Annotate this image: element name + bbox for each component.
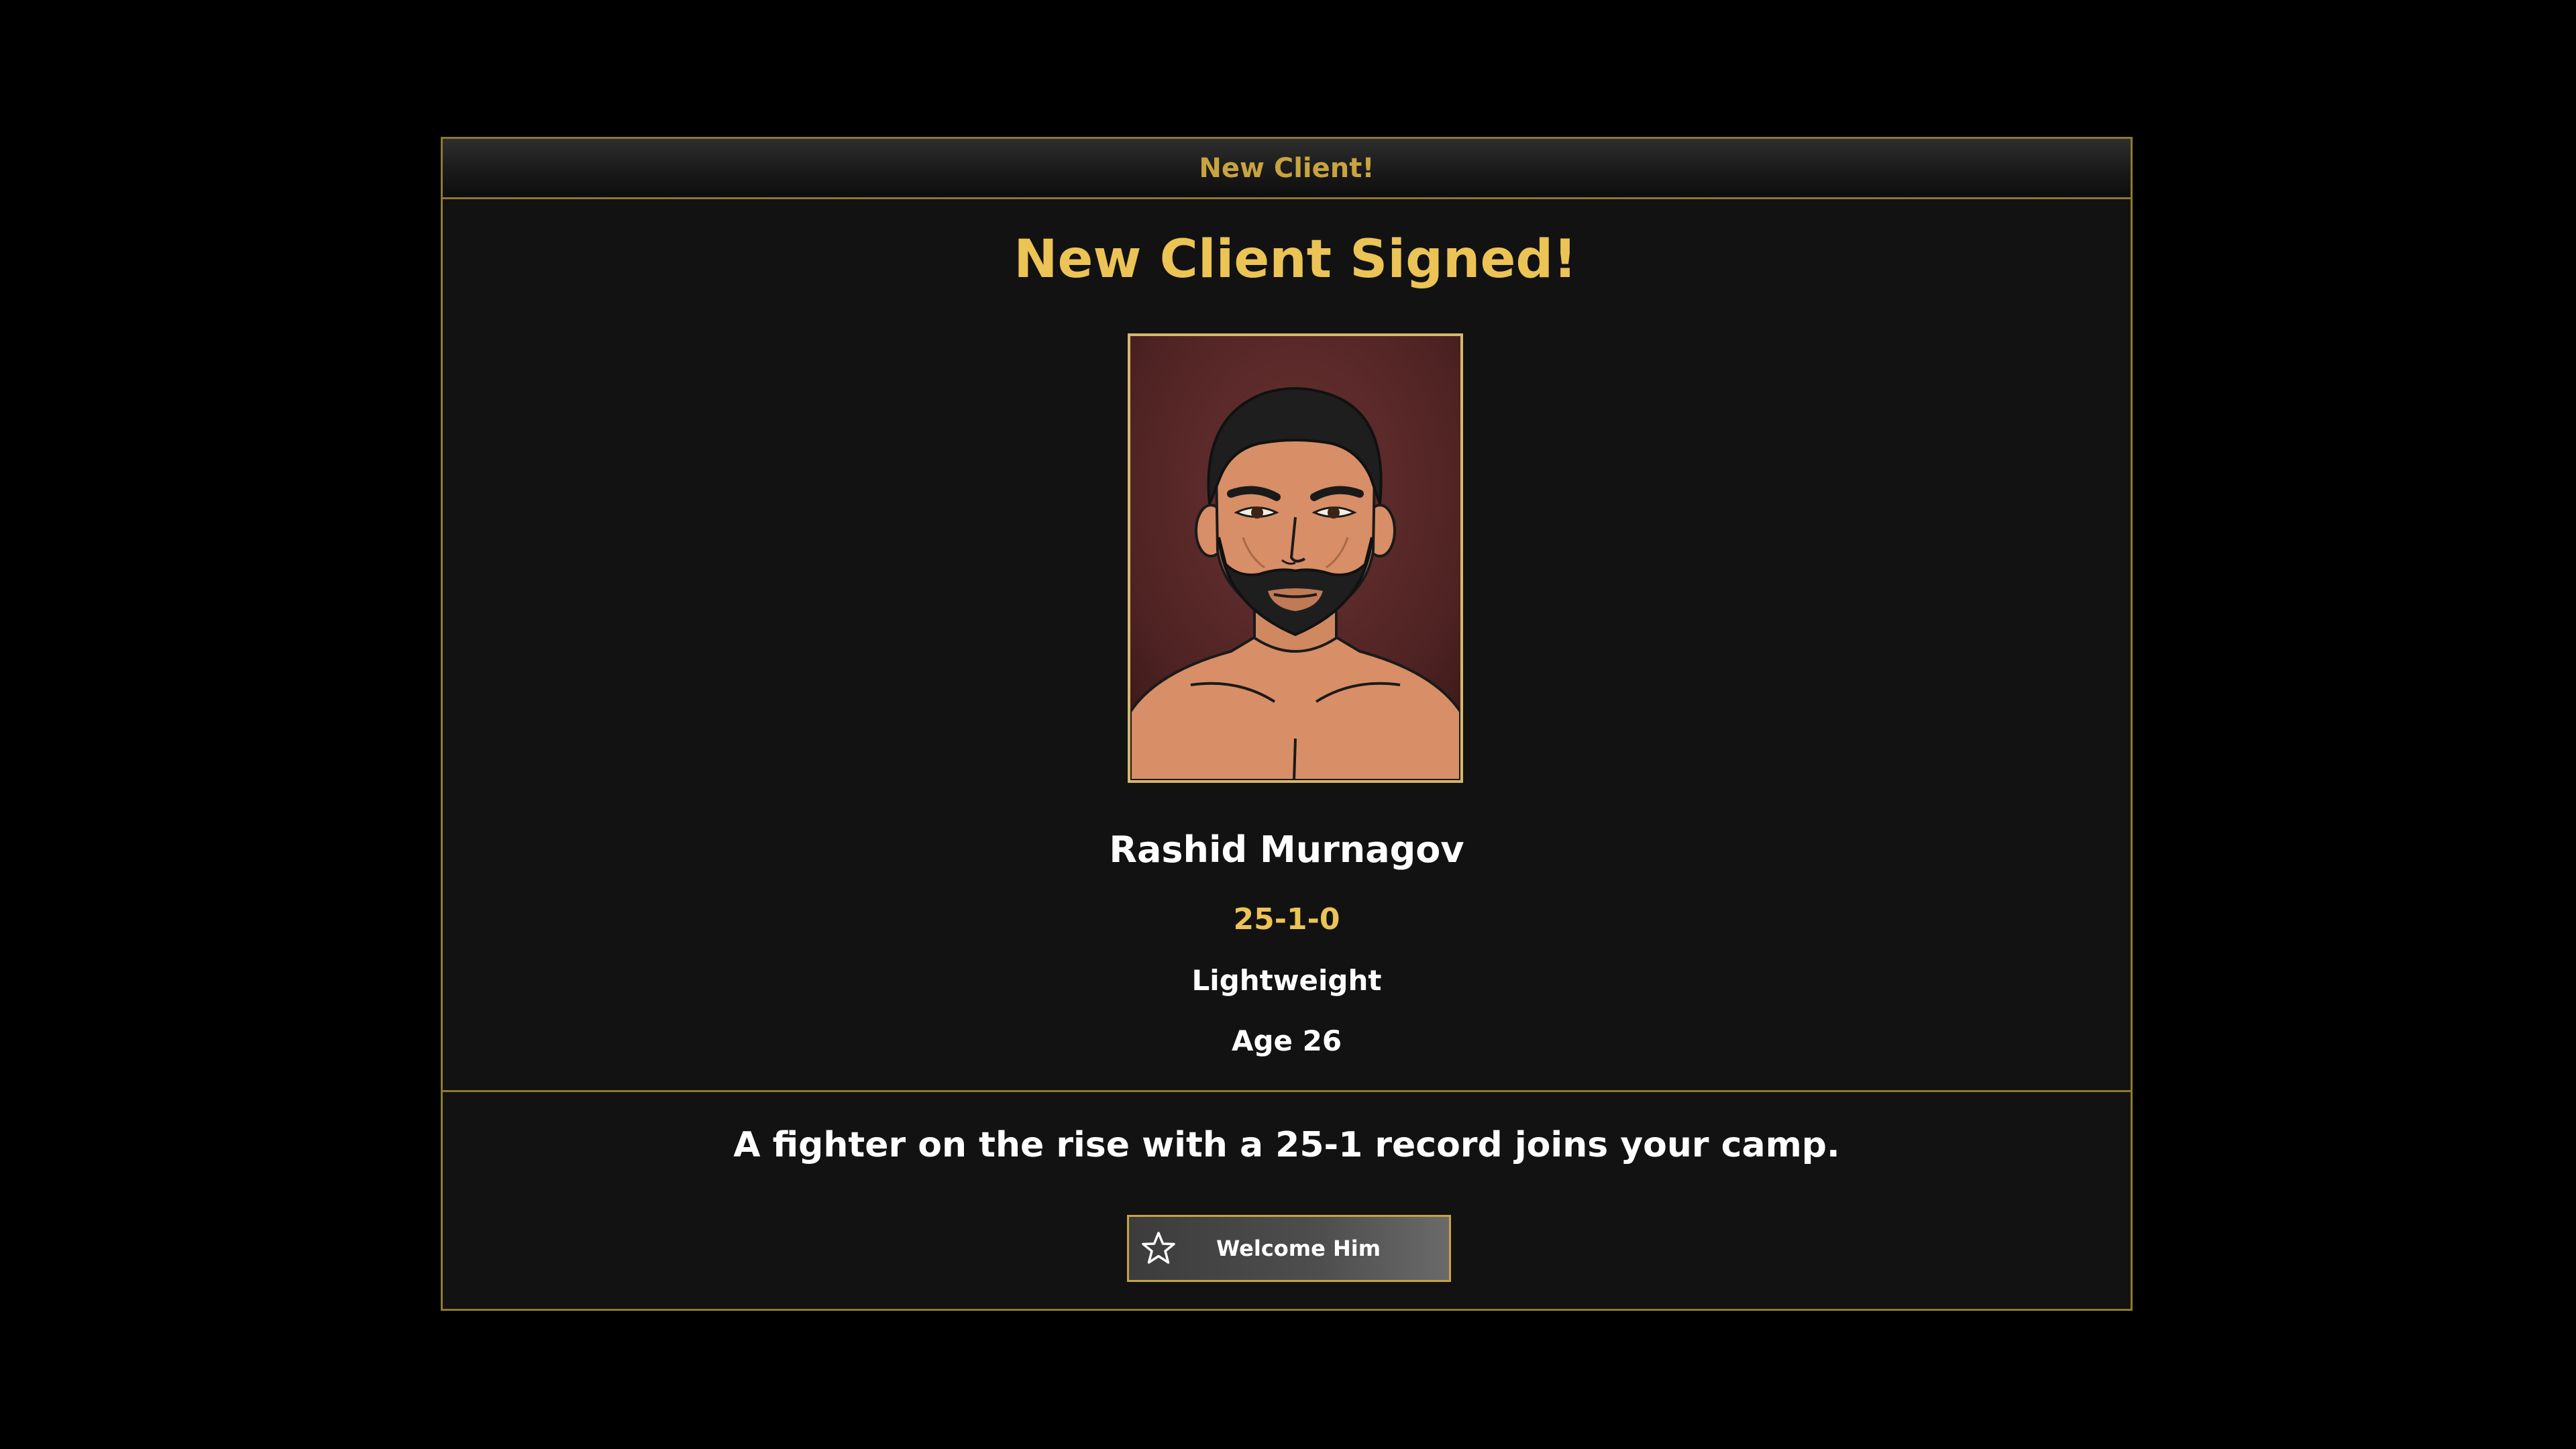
- new-client-dialog: New Client! New Client Signed! Rashid Mu…: [441, 137, 2133, 1311]
- fighter-age: Age 26: [1231, 1024, 1342, 1057]
- dialog-body: New Client Signed! Rashid Murnagov 25-1-…: [443, 199, 2131, 1092]
- welcome-him-button-label: Welcome Him: [1216, 1236, 1381, 1261]
- welcome-him-button[interactable]: Welcome Him: [1127, 1215, 1451, 1282]
- signed-title: New Client Signed!: [1014, 229, 1577, 290]
- dialog-footer: A fighter on the rise with a 25-1 record…: [443, 1092, 2131, 1309]
- dialog-header: New Client!: [443, 139, 2131, 199]
- star-icon: [1138, 1228, 1179, 1269]
- fighter-record: 25-1-0: [1233, 902, 1340, 936]
- fighter-weight-class: Lightweight: [1191, 964, 1382, 997]
- signing-message: A fighter on the rise with a 25-1 record…: [733, 1125, 1840, 1165]
- dialog-header-title: New Client!: [1199, 152, 1375, 184]
- fighter-name: Rashid Murnagov: [1109, 828, 1464, 871]
- fighter-portrait: [1128, 333, 1463, 783]
- fighter-portrait-image: [1130, 336, 1460, 780]
